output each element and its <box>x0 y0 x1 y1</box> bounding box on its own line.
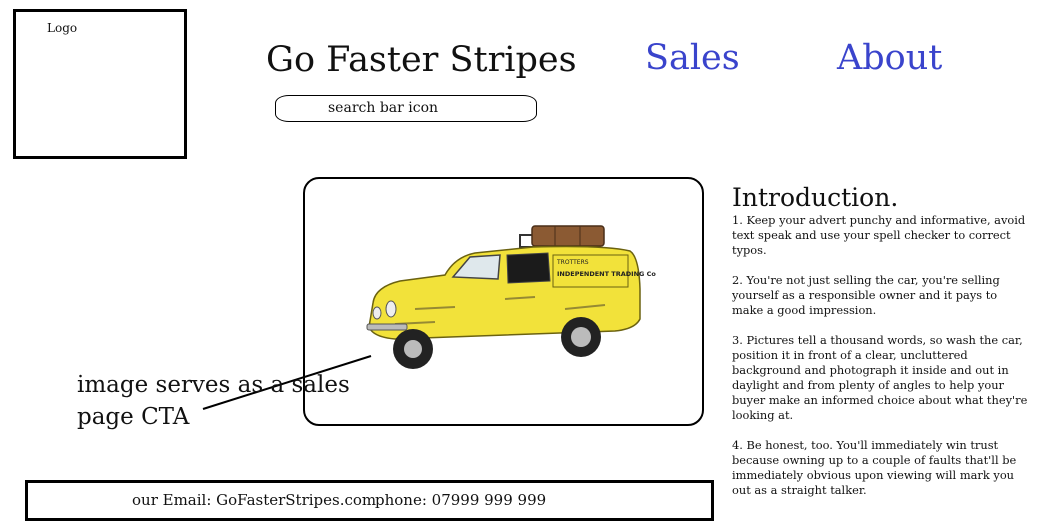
suitcase-icon <box>531 225 605 247</box>
search-placeholder: search bar icon <box>328 100 439 116</box>
site-title: Go Faster Stripes <box>266 40 577 80</box>
van-sign-line1: TROTTERS <box>556 259 589 266</box>
headlight <box>385 300 397 318</box>
intro-paragraph: 1. Keep your advert punchy and informati… <box>732 213 1026 257</box>
van-sign-line2: INDEPENDENT TRADING Co <box>557 270 656 278</box>
headlight <box>372 306 382 320</box>
bumper <box>366 323 408 331</box>
search-input[interactable]: search bar icon <box>275 95 537 122</box>
introduction-section: Introduction. 1. Keep your advert punchy… <box>732 183 1032 513</box>
logo[interactable]: Logo <box>13 9 187 159</box>
intro-paragraph: 4. Be honest, too. You'll immediately wi… <box>732 438 1017 497</box>
introduction-heading: Introduction. <box>732 183 899 212</box>
side-window <box>506 252 551 284</box>
logo-label: Logo <box>47 21 78 35</box>
footer-phone[interactable]: phone: 07999 999 999 <box>375 491 546 509</box>
intro-paragraph: 2. You're not just selling the car, you'… <box>732 273 1000 317</box>
nav-sales-link[interactable]: Sales <box>645 38 740 78</box>
nav-about-link[interactable]: About <box>837 38 942 78</box>
annotation-note: image serves as a sales page CTA <box>77 369 377 433</box>
intro-paragraph: 3. Pictures tell a thousand words, so wa… <box>732 333 1028 422</box>
footer-email[interactable]: our Email: GoFasterStripes.com <box>132 491 376 509</box>
footer: our Email: GoFasterStripes.com phone: 07… <box>25 480 714 521</box>
annotation-line1: image serves as a sales <box>77 372 350 398</box>
annotation-line2: page CTA <box>77 404 190 430</box>
